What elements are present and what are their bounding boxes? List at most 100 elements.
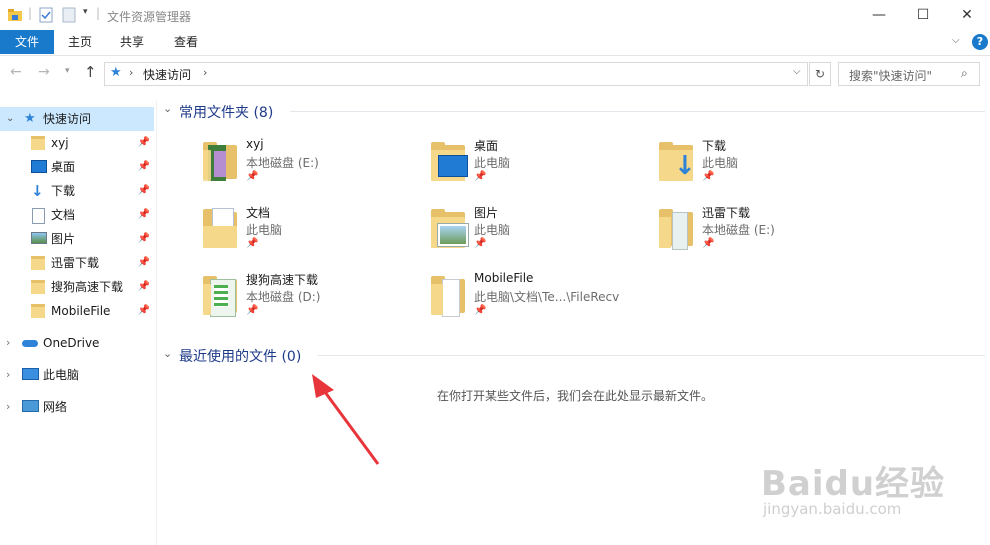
sidebar-item-sogou[interactable]: 搜狗高速下载 📌 xyxy=(0,275,154,299)
folder-tile-documents[interactable]: 文档 此电脑 📌 xyxy=(200,204,420,266)
chevron-right-icon[interactable]: › xyxy=(6,363,10,387)
folder-tile-desktop[interactable]: 桌面 此电脑 📌 xyxy=(428,137,648,199)
folder-location: 此电脑 xyxy=(702,156,739,170)
sidebar-item-downloads[interactable]: ↓ 下载 📌 xyxy=(0,179,154,203)
sidebar-item-xyj[interactable]: xyj 📌 xyxy=(0,131,154,155)
folder-location: 此电脑\文档\Te...\FileRecv xyxy=(474,290,620,304)
explorer-icon xyxy=(8,9,22,21)
pin-icon[interactable]: 📌 xyxy=(474,171,486,182)
sidebar-item-this-pc[interactable]: › 此电脑 xyxy=(0,363,154,387)
frequent-folders-header[interactable]: 常用文件夹 (8) xyxy=(179,102,273,122)
folder-tile-xunlei[interactable]: 迅雷下载 本地磁盘 (E:) 📌 xyxy=(656,204,876,266)
address-bar[interactable]: ★ › 快速访问 › ⌵ xyxy=(104,62,808,86)
search-icon[interactable]: ⌕ xyxy=(961,66,968,81)
recent-locations-icon[interactable]: ▾ xyxy=(65,66,70,76)
folder-tile-mobilefile[interactable]: MobileFile 此电脑\文档\Te...\FileRecv 📌 xyxy=(428,271,648,333)
sidebar-item-xunlei[interactable]: 迅雷下载 📌 xyxy=(0,251,154,275)
picture-icon xyxy=(31,232,47,244)
folder-name: 图片 xyxy=(474,206,499,220)
chevron-right-icon[interactable]: › xyxy=(203,66,207,79)
chevron-right-icon[interactable]: › xyxy=(6,395,10,419)
navigation-bar: ← → ▾ ↑ ★ › 快速访问 › ⌵ ↻ 搜索"快速访问" ⌕ xyxy=(0,60,990,88)
document-icon xyxy=(32,208,45,224)
chevron-down-icon[interactable]: ⌄ xyxy=(163,347,172,360)
folder-location: 此电脑 xyxy=(246,223,283,237)
chevron-right-icon[interactable]: › xyxy=(129,66,133,79)
desktop-icon xyxy=(31,160,47,173)
forward-arrow-icon[interactable]: → xyxy=(38,64,50,80)
folder-name: 下载 xyxy=(702,139,727,153)
maximize-button[interactable]: ☐ xyxy=(900,0,946,30)
divider xyxy=(290,111,985,112)
expand-ribbon-icon[interactable]: ⌵ xyxy=(952,35,960,46)
properties-icon[interactable] xyxy=(39,7,53,23)
sidebar-item-quick-access[interactable]: ⌄ ★ 快速访问 xyxy=(0,107,154,131)
sidebar-item-pictures[interactable]: 图片 📌 xyxy=(0,227,154,251)
recent-files-header[interactable]: 最近使用的文件 (0) xyxy=(179,346,301,366)
pin-icon[interactable]: 📌 xyxy=(702,171,714,182)
tab-home[interactable]: 主页 xyxy=(58,30,102,54)
folder-tile-xyj[interactable]: xyj 本地磁盘 (E:) 📌 xyxy=(200,137,420,199)
tab-share[interactable]: 共享 xyxy=(110,30,154,54)
folder-tile-pictures[interactable]: 图片 此电脑 📌 xyxy=(428,204,648,266)
folder-name: 迅雷下载 xyxy=(702,206,751,220)
chevron-down-icon[interactable]: ⌄ xyxy=(163,102,172,115)
help-icon[interactable]: ? xyxy=(972,34,988,50)
cloud-icon xyxy=(22,340,38,347)
folder-name: 桌面 xyxy=(474,139,499,153)
chevron-down-icon[interactable]: ⌵ xyxy=(793,66,801,77)
folder-icon xyxy=(200,137,240,189)
pin-icon[interactable]: 📌 xyxy=(246,238,258,249)
tab-file[interactable]: 文件 xyxy=(0,30,54,54)
chevron-down-icon[interactable]: ⌄ xyxy=(6,107,14,131)
folder-icon xyxy=(200,271,240,323)
sidebar-item-onedrive[interactable]: › OneDrive xyxy=(0,331,154,355)
navigation-pane: ⌄ ★ 快速访问 xyj 📌 桌面 📌 ↓ 下载 📌 文档 📌 图片 📌 迅雷下… xyxy=(0,100,157,545)
folder-icon xyxy=(31,280,45,294)
watermark-url: jingyan.baidu.com xyxy=(763,500,902,518)
chevron-right-icon[interactable]: › xyxy=(6,331,10,355)
pin-icon: 📌 xyxy=(137,161,150,172)
download-folder-icon: ↓ xyxy=(656,137,696,189)
baidu-watermark: Baidu经验 jingyan.baidu.com xyxy=(757,438,947,528)
pin-icon: 📌 xyxy=(137,257,150,268)
sidebar-item-network[interactable]: › 网络 xyxy=(0,395,154,419)
ribbon-tabs: 文件 主页 共享 查看 ⌵ ? xyxy=(0,30,990,56)
back-arrow-icon[interactable]: ← xyxy=(10,64,22,80)
refresh-icon[interactable]: ↻ xyxy=(809,62,831,86)
pin-icon[interactable]: 📌 xyxy=(702,238,714,249)
folder-tile-downloads[interactable]: ↓ 下载 此电脑 📌 xyxy=(656,137,876,199)
breadcrumb[interactable]: 快速访问 xyxy=(143,66,191,83)
sidebar-item-label: OneDrive xyxy=(43,336,100,350)
watermark-brand: Baidu经验 xyxy=(761,464,946,504)
empty-state-message: 在你打开某些文件后，我们会在此处显示最新文件。 xyxy=(437,389,714,403)
sidebar-item-label: 桌面 xyxy=(51,160,76,174)
minimize-button[interactable]: — xyxy=(856,0,902,30)
pin-icon[interactable]: 📌 xyxy=(474,305,486,316)
folder-location: 此电脑 xyxy=(474,156,511,170)
new-folder-icon[interactable] xyxy=(62,7,76,23)
up-arrow-icon[interactable]: ↑ xyxy=(84,63,97,81)
sidebar-item-desktop[interactable]: 桌面 📌 xyxy=(0,155,154,179)
star-icon: ★ xyxy=(110,65,122,80)
folder-icon xyxy=(428,271,468,323)
pin-icon[interactable]: 📌 xyxy=(474,238,486,249)
search-input[interactable]: 搜索"快速访问" ⌕ xyxy=(838,62,980,86)
sidebar-item-label: 快速访问 xyxy=(43,112,92,126)
sidebar-item-mobilefile[interactable]: MobileFile 📌 xyxy=(0,299,154,323)
pin-icon[interactable]: 📌 xyxy=(246,305,258,316)
folder-tile-sogou[interactable]: 搜狗高速下载 本地磁盘 (D:) 📌 xyxy=(200,271,420,333)
tab-view[interactable]: 查看 xyxy=(164,30,208,54)
customize-toolbar-icon[interactable]: ▾ xyxy=(83,7,88,17)
separator: | xyxy=(28,6,33,20)
pictures-folder-icon xyxy=(428,204,469,256)
star-icon: ★ xyxy=(24,111,36,126)
folder-location: 本地磁盘 (E:) xyxy=(246,156,319,170)
pin-icon[interactable]: 📌 xyxy=(246,171,258,182)
pin-icon: 📌 xyxy=(137,305,150,316)
sidebar-item-label: 迅雷下载 xyxy=(51,256,100,270)
sidebar-item-documents[interactable]: 文档 📌 xyxy=(0,203,154,227)
close-button[interactable]: ✕ xyxy=(944,0,990,30)
folder-icon xyxy=(31,304,45,318)
separator: | xyxy=(96,6,101,20)
